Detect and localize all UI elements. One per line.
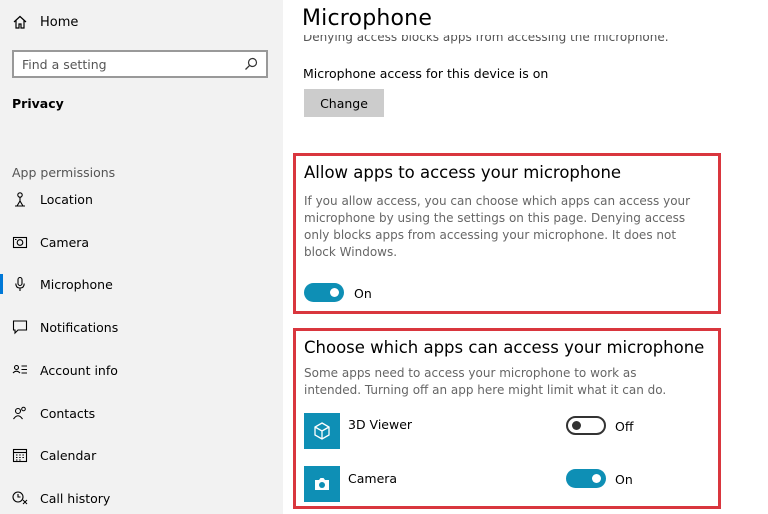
change-button[interactable]: Change (304, 89, 384, 117)
sidebar-item-notifications[interactable]: Notifications (0, 314, 283, 340)
location-icon (15, 192, 25, 207)
allow-apps-title: Allow apps to access your microphone (304, 163, 622, 182)
camera-icon (315, 478, 329, 490)
sidebar-item-label: Calendar (40, 447, 97, 463)
partially-hidden-text-content: Denying access blocks apps from accessin… (303, 35, 669, 44)
sidebar-item-label: Contacts (40, 405, 96, 421)
privacy-heading: Privacy (12, 96, 64, 111)
camera-icon (12, 236, 28, 249)
microphone-icon (15, 276, 25, 291)
allow-apps-toggle[interactable] (304, 283, 344, 302)
sidebar: Home Privacy App permissions Location Ca… (0, 0, 283, 514)
sidebar-item-label: Notifications (40, 319, 119, 335)
sidebar-item-camera[interactable]: Camera (0, 229, 283, 255)
search-icon[interactable] (244, 57, 258, 71)
cube-icon (314, 422, 330, 440)
device-access-status: Microphone access for this device is on (303, 66, 549, 81)
allow-apps-section: Allow apps to access your microphone If … (293, 153, 721, 314)
contacts-icon (13, 406, 26, 420)
partially-hidden-text: Denying access blocks apps from accessin… (303, 35, 743, 46)
account-info-icon (12, 364, 27, 374)
sidebar-item-label: Call history (40, 490, 111, 506)
sidebar-item-label: Microphone (40, 276, 113, 292)
app-toggle-camera[interactable] (566, 469, 606, 488)
app-permissions-label: App permissions (12, 165, 116, 180)
sidebar-item-label: Account info (40, 362, 118, 378)
notifications-icon (12, 320, 28, 335)
page-title: Microphone (302, 6, 433, 31)
app-name-3d-viewer: 3D Viewer (348, 417, 413, 432)
choose-apps-description: Some apps need to access your microphone… (304, 366, 667, 397)
search-input[interactable] (22, 56, 244, 72)
app-tile-camera (304, 466, 340, 502)
app-toggle-state-3d-viewer: Off (615, 419, 634, 434)
call-history-icon (12, 491, 28, 505)
search-box[interactable] (12, 50, 268, 78)
choose-apps-title: Choose which apps can access your microp… (304, 338, 705, 357)
calendar-icon (12, 448, 28, 463)
app-name-camera: Camera (348, 471, 398, 486)
sidebar-item-location[interactable]: Location (0, 186, 283, 212)
sidebar-item-account-info[interactable]: Account info (0, 357, 283, 383)
app-toggle-state-camera: On (615, 472, 633, 487)
sidebar-item-call-history[interactable]: Call history (0, 485, 283, 511)
choose-apps-section: Choose which apps can access your microp… (293, 328, 721, 509)
sidebar-item-label: Camera (40, 234, 90, 250)
app-tile-3d-viewer (304, 413, 340, 449)
sidebar-item-label: Location (40, 191, 93, 207)
sidebar-item-calendar[interactable]: Calendar (0, 442, 283, 468)
home-link[interactable]: Home (12, 10, 78, 34)
main-content: Microphone Denying access blocks apps fr… (283, 0, 768, 514)
home-icon (13, 15, 27, 29)
home-label: Home (40, 14, 79, 30)
allow-apps-toggle-state: On (354, 286, 372, 301)
app-toggle-3d-viewer[interactable] (566, 416, 606, 435)
sidebar-item-microphone[interactable]: Microphone (0, 271, 283, 297)
allow-apps-description: If you allow access, you can choose whic… (304, 194, 691, 259)
sidebar-item-contacts[interactable]: Contacts (0, 400, 283, 426)
